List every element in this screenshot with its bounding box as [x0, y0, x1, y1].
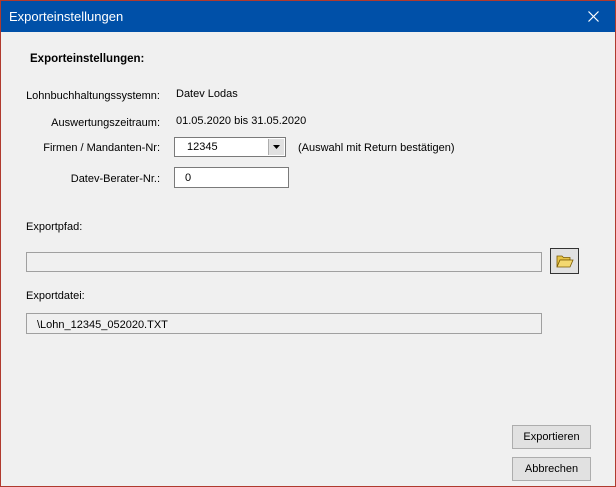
export-file-label: Exportdatei: — [26, 290, 85, 302]
export-path-field[interactable] — [26, 252, 542, 272]
export-file-value: \Lohn_12345_052020.TXT — [37, 319, 168, 331]
payroll-system-label: Lohnbuchhaltungssystemn: — [26, 90, 160, 102]
cancel-button[interactable]: Abbrechen — [512, 457, 591, 481]
close-icon — [587, 11, 599, 22]
company-number-hint: (Auswahl mit Return bestätigen) — [298, 142, 455, 154]
title-bar: Exporteinstellungen — [1, 1, 615, 32]
advisor-number-input[interactable]: 0 — [174, 167, 289, 188]
chevron-down-icon — [273, 145, 280, 149]
export-file-field[interactable]: \Lohn_12345_052020.TXT — [26, 313, 542, 334]
browse-folder-button[interactable] — [550, 248, 579, 274]
payroll-system-value: Datev Lodas — [176, 88, 238, 100]
export-settings-dialog: Exporteinstellungen Exporteinstellungen:… — [0, 0, 616, 487]
dropdown-arrow-button[interactable] — [268, 139, 284, 155]
advisor-number-value: 0 — [185, 172, 192, 184]
export-button[interactable]: Exportieren — [512, 425, 591, 449]
company-number-select[interactable]: 12345 — [174, 137, 286, 157]
export-path-label: Exportpfad: — [26, 221, 83, 233]
company-number-label: Firmen / Mandanten-Nr: — [43, 142, 160, 154]
evaluation-period-value: 01.05.2020 bis 31.05.2020 — [176, 115, 307, 127]
close-button[interactable] — [571, 1, 615, 32]
advisor-number-label: Datev-Berater-Nr.: — [70, 173, 160, 185]
section-heading: Exporteinstellungen: — [30, 53, 145, 65]
evaluation-period-label: Auswertungszeitraum: — [51, 117, 160, 129]
open-folder-icon — [555, 255, 574, 268]
company-number-value: 12345 — [187, 141, 218, 153]
window-title: Exporteinstellungen — [9, 9, 124, 24]
